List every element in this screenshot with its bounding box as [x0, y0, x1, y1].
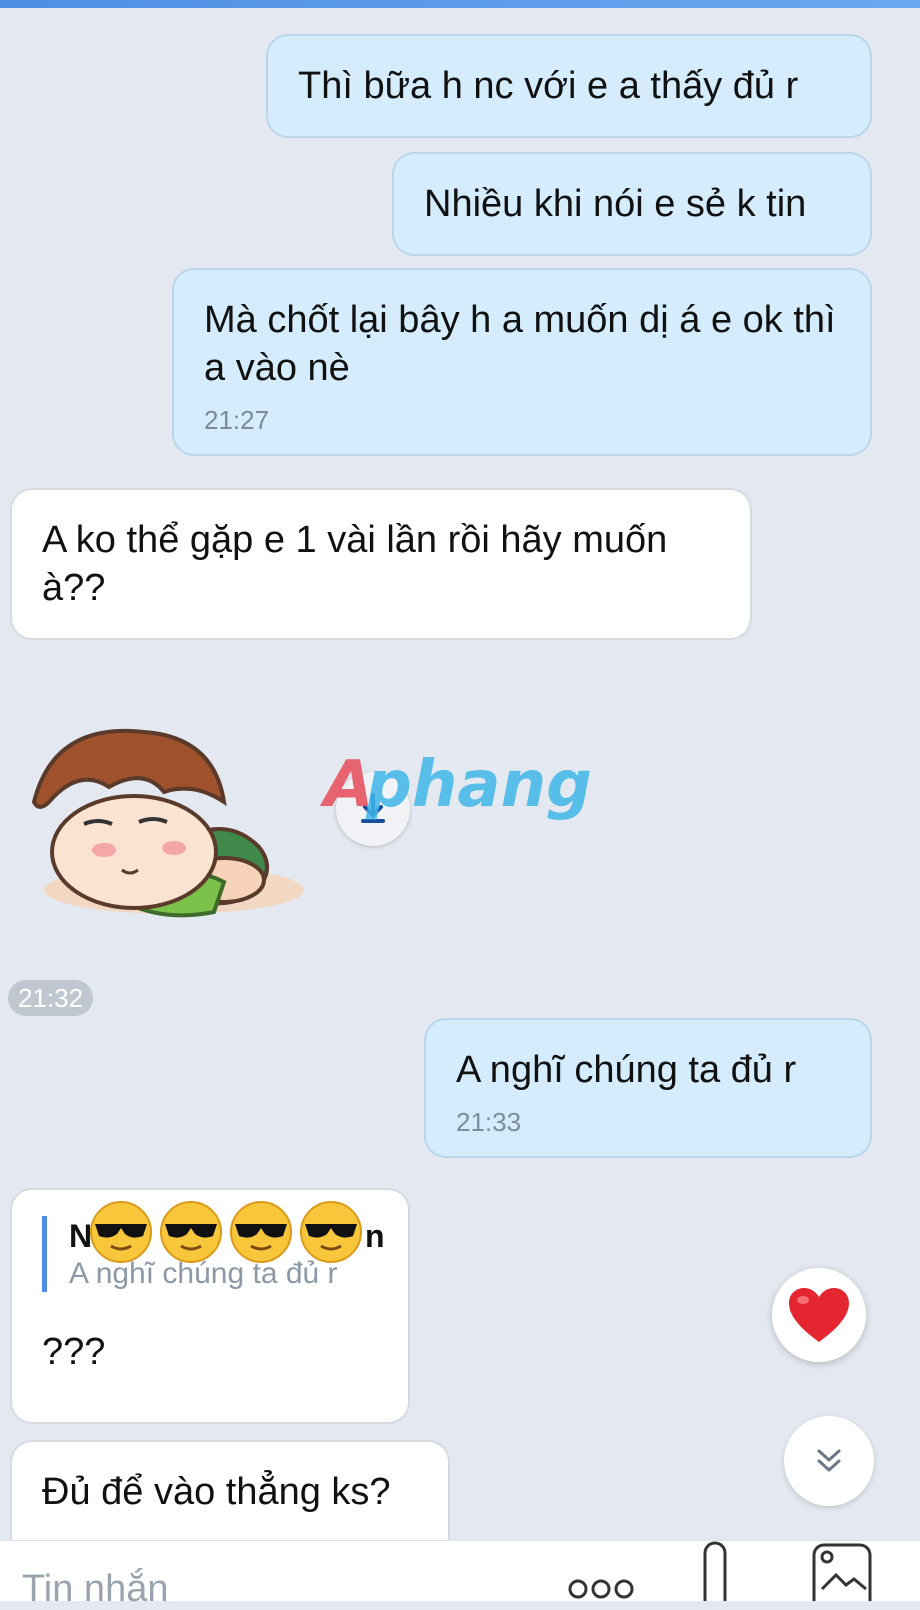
heart-icon	[789, 1288, 849, 1342]
message-time: 21:33	[456, 1107, 522, 1137]
message-outgoing[interactable]: Nhiều khi nói e sẻ k tin	[392, 152, 872, 256]
chevron-double-down-icon	[817, 1449, 841, 1472]
sticker-sleepy-boy[interactable]	[14, 712, 314, 932]
sunglasses-emoji-icon	[160, 1201, 222, 1263]
reaction-button[interactable]	[772, 1268, 866, 1362]
image-icon[interactable]	[812, 1541, 872, 1601]
sunglasses-emoji-icon	[90, 1201, 152, 1263]
message-text: ???	[42, 1331, 106, 1373]
message-input[interactable]: Tin nhắn	[22, 1569, 422, 1609]
message-text: Thì bữa h nc với e a thấy đủ r	[298, 65, 799, 107]
message-text: Nhiều khi nói e sẻ k tin	[424, 183, 807, 225]
message-outgoing[interactable]: A nghĩ chúng ta đủ r 21:33	[424, 1018, 872, 1158]
reply-quote[interactable]: N n A nghĩ chúng ta đủ r	[42, 1201, 385, 1292]
sunglasses-emoji-icon	[300, 1201, 362, 1263]
sticker-time: 21:32	[8, 980, 94, 1016]
top-accent-bar	[0, 0, 920, 8]
message-text: A ko thể gặp e 1 vài lần rồi hãy muốn à?…	[42, 519, 668, 609]
message-text: Mà chốt lại bây h a muốn dị á e ok thì a…	[204, 299, 836, 389]
message-incoming[interactable]: A ko thể gặp e 1 vài lần rồi hãy muốn à?…	[10, 488, 752, 640]
more-dots-icon[interactable]	[566, 1563, 636, 1601]
scroll-to-bottom-button[interactable]	[784, 1416, 874, 1506]
message-text: Đủ để vào thẳng ks?	[42, 1471, 391, 1513]
message-outgoing[interactable]: Thì bữa h nc với e a thấy đủ r	[266, 34, 872, 138]
message-incoming[interactable]: Đủ để vào thẳng ks?	[10, 1440, 450, 1540]
watermark-logo: A phang	[320, 748, 592, 822]
message-incoming-reply[interactable]: N n A nghĩ chúng ta đủ r ???	[10, 1188, 410, 1424]
message-time: 21:27	[204, 405, 270, 435]
svg-text:phang: phang	[365, 748, 592, 822]
message-text: A nghĩ chúng ta đủ r	[456, 1049, 797, 1091]
microphone-icon[interactable]	[700, 1541, 730, 1601]
message-composer: Tin nhắn	[0, 1540, 920, 1609]
quote-sender-name: N n	[69, 1201, 385, 1263]
sunglasses-emoji-icon	[230, 1201, 292, 1263]
message-outgoing[interactable]: Mà chốt lại bây h a muốn dị á e ok thì a…	[172, 268, 872, 456]
